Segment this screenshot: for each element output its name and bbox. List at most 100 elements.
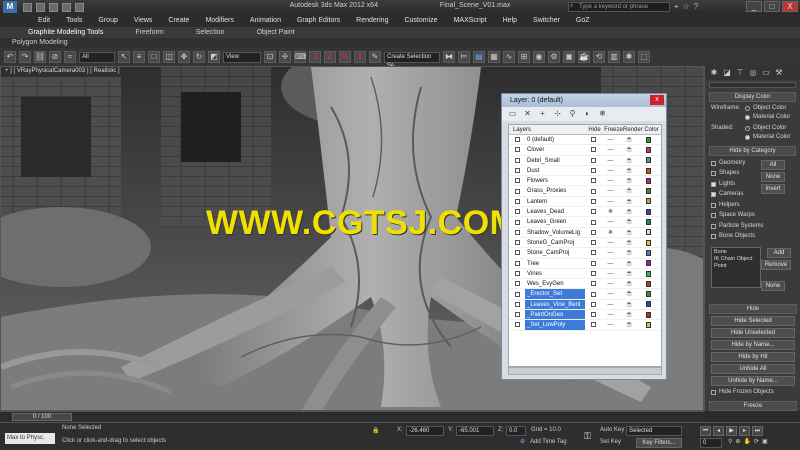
new-layer-icon[interactable]: ▭: [508, 109, 517, 118]
layer-name[interactable]: Tree: [525, 259, 585, 268]
pivot-center-icon[interactable]: ⊡: [264, 51, 276, 63]
align-icon[interactable]: ⊨: [458, 51, 470, 63]
time-tag-icon[interactable]: ⊕: [520, 438, 525, 445]
list-item[interactable]: Bone: [714, 249, 758, 256]
layer-name[interactable]: Debri_Small: [525, 156, 585, 165]
layer-hide-toggle[interactable]: [585, 176, 601, 185]
layer-color-swatch[interactable]: [639, 145, 658, 154]
teapot-render-icon[interactable]: ☕: [620, 228, 639, 237]
category-checkbox[interactable]: [711, 171, 716, 177]
layer-freeze-toggle[interactable]: —: [601, 166, 620, 175]
layer-active-checkbox[interactable]: [509, 228, 525, 237]
open-file-icon[interactable]: [36, 2, 45, 12]
teapot-render-icon[interactable]: ☕: [620, 259, 639, 268]
delete-layer-icon[interactable]: ✕: [523, 109, 532, 118]
unhide-all-button[interactable]: Unhide All: [711, 364, 795, 374]
select-object-icon[interactable]: ↖: [118, 51, 130, 63]
layer-active-checkbox[interactable]: [509, 135, 525, 144]
layer-color-swatch[interactable]: [639, 186, 658, 195]
layer-row[interactable]: Flowers — ☕: [509, 176, 661, 187]
percent-snap-icon[interactable]: %: [339, 51, 351, 63]
layer-name[interactable]: _Erector_Set: [525, 289, 585, 299]
layer-freeze-toggle[interactable]: —: [601, 269, 620, 278]
category-checkbox[interactable]: [711, 181, 716, 187]
orbit-icon[interactable]: ⟳: [754, 438, 759, 445]
menu-tools[interactable]: Tools: [58, 17, 90, 24]
rotate-icon[interactable]: ↻: [193, 51, 205, 63]
layer-row[interactable]: _Leaves_Vine_Bent — ☕: [509, 299, 661, 311]
category-invert-button[interactable]: Invert: [761, 184, 785, 194]
layer-name[interactable]: Grass_Proxies: [525, 186, 585, 195]
layer-name[interactable]: Dust: [525, 166, 585, 175]
layer-freeze-toggle[interactable]: —: [601, 248, 620, 257]
teapot-render-icon[interactable]: ☕: [620, 279, 639, 288]
rollout-freeze[interactable]: Freeze: [709, 401, 797, 411]
layer-freeze-toggle[interactable]: —: [601, 145, 620, 154]
window-crossing-icon[interactable]: ◫: [163, 51, 175, 63]
layer-hide-toggle[interactable]: [585, 259, 601, 268]
layer-row[interactable]: _Set_LowPoly — ☕: [509, 320, 661, 331]
list-item[interactable]: IK Chain Object: [714, 256, 758, 263]
layer-hide-toggle[interactable]: [585, 186, 601, 195]
layer-dialog-scrollbar[interactable]: [508, 367, 662, 375]
display-tab-icon[interactable]: ▭: [761, 68, 771, 78]
layer-freeze-toggle[interactable]: —: [601, 310, 620, 319]
layer-color-swatch[interactable]: [639, 135, 658, 144]
layer-color-swatch[interactable]: [639, 166, 658, 175]
motion-tab-icon[interactable]: ◎: [748, 68, 758, 78]
layer-active-checkbox[interactable]: [509, 186, 525, 195]
extra-tool-icon[interactable]: ⬚: [638, 51, 650, 63]
layer-row[interactable]: Lantern — ☕: [509, 197, 661, 208]
rollout-display-color[interactable]: Display Color: [709, 92, 796, 102]
layer-hide-toggle[interactable]: [585, 248, 601, 257]
layer-hide-toggle[interactable]: [585, 320, 601, 329]
teapot-render-icon[interactable]: ☕: [620, 207, 639, 216]
layer-color-swatch[interactable]: [639, 279, 658, 288]
layer-color-swatch[interactable]: [639, 289, 658, 298]
maximize-button[interactable]: □: [764, 1, 780, 12]
menu-animation[interactable]: Animation: [242, 17, 289, 24]
layer-hide-toggle[interactable]: [585, 238, 601, 247]
set-key-button[interactable]: Set Key: [600, 439, 621, 445]
layer-freeze-toggle[interactable]: ❄: [601, 207, 620, 216]
layer-freeze-toggle[interactable]: —: [601, 176, 620, 185]
category-checkbox[interactable]: [711, 160, 716, 166]
layer-hide-toggle[interactable]: [585, 217, 601, 226]
teapot-render-icon[interactable]: ☕: [620, 176, 639, 185]
auto-key-button[interactable]: Auto Key: [600, 427, 624, 433]
layer-hide-toggle[interactable]: [585, 166, 601, 175]
layer-freeze-toggle[interactable]: —: [601, 156, 620, 165]
layer-hide-toggle[interactable]: [585, 289, 601, 298]
layer-color-swatch[interactable]: [639, 320, 658, 329]
layer-freeze-toggle[interactable]: —: [601, 320, 620, 329]
maxscript-listener-input[interactable]: Max to Physc.: [5, 433, 55, 444]
manipulate-icon[interactable]: ✢: [279, 51, 291, 63]
play-icon[interactable]: ▶: [726, 426, 737, 436]
category-checkbox[interactable]: [711, 223, 716, 229]
menu-graph-editors[interactable]: Graph Editors: [289, 17, 348, 24]
redo-icon[interactable]: [75, 2, 84, 12]
layer-active-checkbox[interactable]: [509, 176, 525, 185]
layer-freeze-toggle[interactable]: —: [601, 186, 620, 195]
category-checkbox[interactable]: [711, 213, 716, 219]
time-slider[interactable]: 0 / 100: [12, 413, 72, 421]
teapot-render-icon[interactable]: ☕: [620, 300, 639, 309]
wireframe-object-color-radio[interactable]: [745, 106, 750, 111]
layer-active-checkbox[interactable]: [509, 279, 525, 288]
layer-freeze-toggle[interactable]: —: [601, 279, 620, 288]
panel-scroll-strip[interactable]: [709, 82, 796, 88]
close-button[interactable]: X: [782, 1, 798, 12]
layer-freeze-toggle[interactable]: —: [601, 197, 620, 206]
menu-modifiers[interactable]: Modifiers: [197, 17, 241, 24]
layer-row[interactable]: StoneG_CamProj — ☕: [509, 238, 661, 249]
layer-dialog-close-button[interactable]: x: [650, 95, 664, 105]
layer-name[interactable]: Leaves_Dead: [525, 207, 585, 216]
teapot-render-icon[interactable]: ☕: [620, 156, 639, 165]
add-time-tag[interactable]: Add Time Tag: [530, 439, 567, 445]
selection-filter-select[interactable]: All: [79, 51, 115, 63]
script-icon[interactable]: ✱: [623, 51, 635, 63]
layer-row[interactable]: Debri_Small — ☕: [509, 156, 661, 166]
select-objects-icon[interactable]: ⊹: [553, 109, 562, 118]
angle-snap-icon[interactable]: ∠: [324, 51, 336, 63]
unhide-by-name-button[interactable]: Unhide by Name...: [711, 376, 795, 386]
